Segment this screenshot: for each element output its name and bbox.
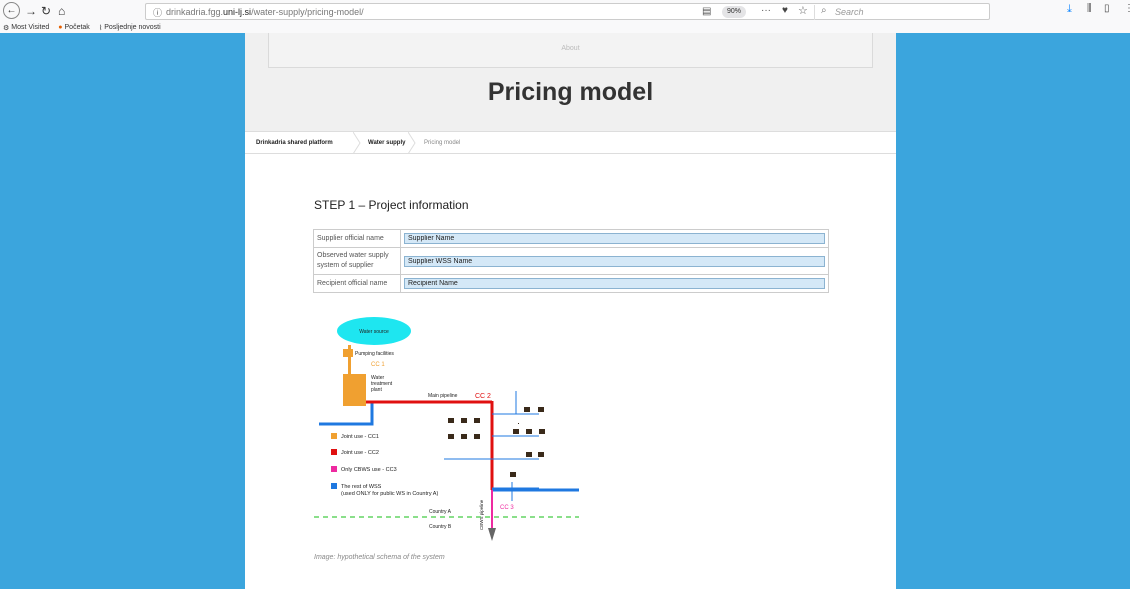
library-icon[interactable]: ⫼ [1087, 3, 1092, 14]
cbws-pipeline-label: CBWS pipeline [479, 499, 484, 530]
diagram-legend: Joint use - CC1 Joint use - CC2 Only CBW… [331, 433, 438, 497]
nav-bar: ← → ↻ ⌂ ⓘ drinkadria.fgg.uni-lj.si/water… [0, 0, 1130, 22]
pumping-shape [343, 349, 353, 357]
home-button[interactable]: ⌂ [58, 3, 65, 19]
row-value-cell [400, 247, 829, 275]
system-schema-diagram: Water source Pumping facilities CC 1 Wat… [314, 317, 579, 541]
bookmark-pocetak[interactable]: ● Početak [58, 24, 90, 31]
houses-group [448, 407, 545, 477]
row-value-cell [400, 274, 829, 293]
back-button[interactable]: ← [3, 2, 20, 19]
legend-label: Joint use - CC2 [341, 450, 379, 456]
bookmark-novosti[interactable]: ⌇ Posljednje novosti [99, 24, 161, 32]
overflow-menu-icon[interactable]: ⋮ [1124, 3, 1130, 14]
bookmarks-bar: ⚙ Most Visited ● Početak ⌇ Posljednje novos… [0, 22, 1130, 33]
url-path: /water-supply/pricing-model/ [251, 7, 364, 17]
legend-swatch [331, 483, 337, 489]
info-icon[interactable]: ⓘ [153, 6, 162, 19]
bookmark-most-visited[interactable]: ⚙ Most Visited [3, 24, 49, 32]
supplier-name-input[interactable] [404, 233, 825, 244]
breadcrumb: Drinkadria shared platform Water supply … [245, 131, 896, 154]
legend-label: Only CBWS use - CC3 [341, 467, 397, 473]
row-label: Supplier official name [313, 229, 401, 248]
hero-section: About Pricing model [245, 33, 896, 131]
zoom-badge[interactable]: 90% [722, 6, 747, 18]
table-row: Recipient official name [313, 274, 829, 293]
search-box[interactable]: ⌕ Search [814, 5, 999, 20]
legend-label: Joint use - CC1 [341, 434, 379, 440]
firefox-icon: ● [58, 24, 63, 31]
legend-sublabel: (used ONLY for public WS in Country A) [341, 491, 438, 497]
url-bar[interactable]: ⓘ drinkadria.fgg.uni-lj.si/water-supply/… [145, 3, 990, 20]
main-pipeline-label: Main pipeline [428, 393, 458, 399]
bookmark-star-icon[interactable]: ☆ [798, 4, 808, 17]
download-icon[interactable]: ⤓ [1067, 3, 1072, 16]
page-actions-icon[interactable]: ··· [761, 5, 771, 16]
section-title: STEP 1 – Project information [314, 198, 469, 212]
country-a-label: Country A [429, 509, 452, 515]
cc1-label: CC 1 [371, 362, 385, 368]
sidebar-icon[interactable]: ▯ [1104, 3, 1110, 14]
forward-button[interactable]: → [25, 3, 37, 19]
search-placeholder: Search [835, 7, 864, 17]
bookmark-label: Most Visited [11, 24, 50, 31]
page-content: About Pricing model Drinkadria shared pl… [245, 33, 896, 589]
row-label: Recipient official name [313, 274, 401, 293]
legend-swatch [331, 449, 337, 455]
hero-box-text: About [561, 45, 580, 52]
reader-view-icon[interactable]: ▤ [702, 6, 711, 17]
treatment-plant-shape [343, 374, 366, 406]
browser-toolbar: ← → ↻ ⌂ ⓘ drinkadria.fgg.uni-lj.si/water… [0, 0, 1130, 33]
arrow-right-icon: → [25, 4, 37, 18]
plant-label-3: plant [371, 387, 382, 393]
reload-button[interactable]: ↻ [41, 3, 51, 19]
breadcrumb-separator-icon [353, 132, 361, 154]
pocket-icon[interactable]: ♥ [782, 5, 788, 16]
pumping-label: Pumping facilities [355, 351, 394, 357]
country-b-label: Country B [429, 524, 452, 530]
arrow-down-icon [488, 528, 496, 541]
legend-label: The rest of WSS [341, 484, 382, 490]
bookmark-label: Početak [64, 24, 90, 31]
url-text[interactable]: drinkadria.fgg.uni-lj.si/water-supply/pr… [166, 7, 364, 17]
recipient-name-input[interactable] [404, 278, 825, 289]
table-row: Observed water supply system of supplier [313, 247, 829, 275]
water-source-label: Water source [359, 329, 389, 335]
cc2-label: CC 2 [475, 393, 491, 400]
breadcrumb-water-supply[interactable]: Water supply [368, 140, 405, 146]
arrow-left-icon: ← [6, 4, 17, 16]
project-info-table: Supplier official name Observed water su… [313, 229, 829, 293]
breadcrumb-current: Pricing model [424, 140, 461, 146]
home-icon: ⌂ [58, 4, 66, 18]
row-label: Observed water supply system of supplier [313, 247, 401, 275]
url-domain: uni-lj.si [223, 7, 252, 17]
diagram-caption: Image: hypothetical schema of the system [314, 554, 445, 561]
reload-icon: ↻ [41, 4, 52, 18]
supplier-wss-input[interactable] [404, 255, 825, 267]
page-title: Pricing model [487, 78, 654, 106]
legend-swatch [331, 433, 337, 439]
bookmark-label: Posljednje novosti [104, 24, 161, 31]
breadcrumb-home[interactable]: Drinkadria shared platform [256, 140, 333, 146]
row-value-cell [400, 229, 829, 248]
url-host: drinkadria.fgg. [166, 7, 224, 17]
breadcrumb-separator-icon [408, 132, 416, 154]
rss-icon: ⌇ [98, 24, 103, 32]
table-row: Supplier official name [313, 229, 829, 248]
legend-swatch [331, 466, 337, 472]
gear-icon: ⚙ [3, 24, 10, 32]
search-icon: ⌕ [821, 5, 827, 16]
hero-box: About [268, 33, 873, 68]
cc3-label: CC 3 [500, 505, 514, 511]
